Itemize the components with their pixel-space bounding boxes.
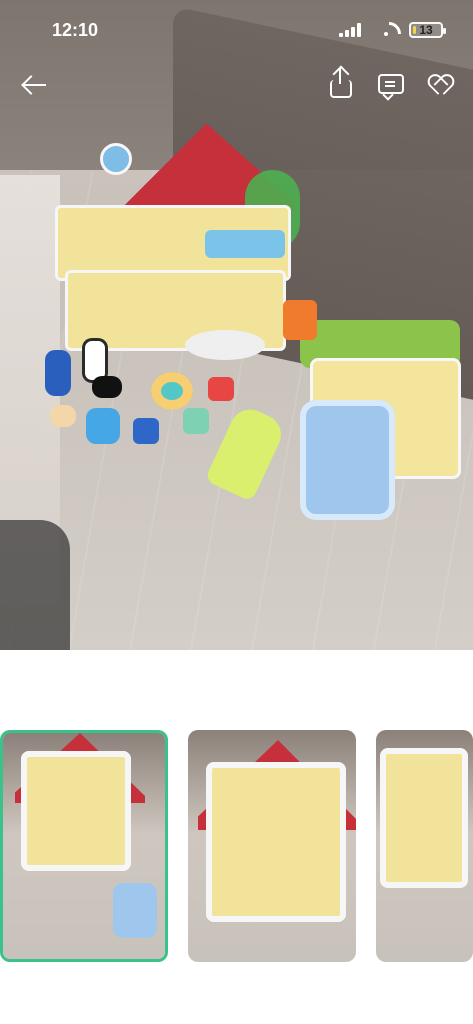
- back-button[interactable]: [20, 70, 56, 100]
- orange-block: [283, 300, 317, 340]
- toy-table: [151, 372, 193, 410]
- toy-scooter: [86, 408, 120, 444]
- red-block: [208, 377, 234, 401]
- shadow: [0, 520, 70, 650]
- share-button[interactable]: [325, 68, 353, 98]
- status-icons: 13: [339, 22, 446, 38]
- toy-car: [300, 400, 395, 520]
- wifi-icon: [375, 22, 397, 38]
- blue-block: [133, 418, 159, 444]
- toy-figure: [45, 350, 71, 396]
- thumbnail-car: [113, 883, 157, 938]
- toy-house-base: [185, 330, 265, 360]
- back-arrow-icon: [24, 84, 46, 86]
- thumbnail-1[interactable]: [0, 730, 168, 962]
- top-actions: [325, 68, 453, 98]
- toy-house: [55, 95, 300, 360]
- thumbnail-house: [380, 748, 468, 888]
- thumbnail-3[interactable]: [376, 730, 473, 962]
- heart-icon: [429, 76, 449, 94]
- thumbnail-image: [376, 730, 473, 962]
- toy-clock: [100, 143, 132, 175]
- thumbnail-house: [21, 751, 131, 871]
- toy-bed: [205, 230, 285, 258]
- signal-icon: [339, 23, 363, 37]
- status-bar: 12:10 13: [0, 0, 473, 58]
- battery-icon: 13: [409, 22, 446, 38]
- thumbnail-strip: [0, 730, 473, 962]
- thumbnail-2[interactable]: [188, 730, 356, 962]
- thumbnail-image: [188, 730, 356, 962]
- battery-level-text: 13: [419, 23, 433, 37]
- share-icon: [330, 68, 352, 98]
- mint-block: [183, 408, 209, 434]
- toy-puppy: [50, 405, 76, 427]
- status-time: 12:10: [52, 20, 99, 40]
- favorite-button[interactable]: [425, 70, 453, 98]
- toy-dog: [92, 376, 122, 398]
- thumbnail-image: [3, 733, 165, 959]
- message-icon: [378, 74, 404, 94]
- message-button[interactable]: [375, 70, 404, 98]
- thumbnail-house: [206, 762, 346, 922]
